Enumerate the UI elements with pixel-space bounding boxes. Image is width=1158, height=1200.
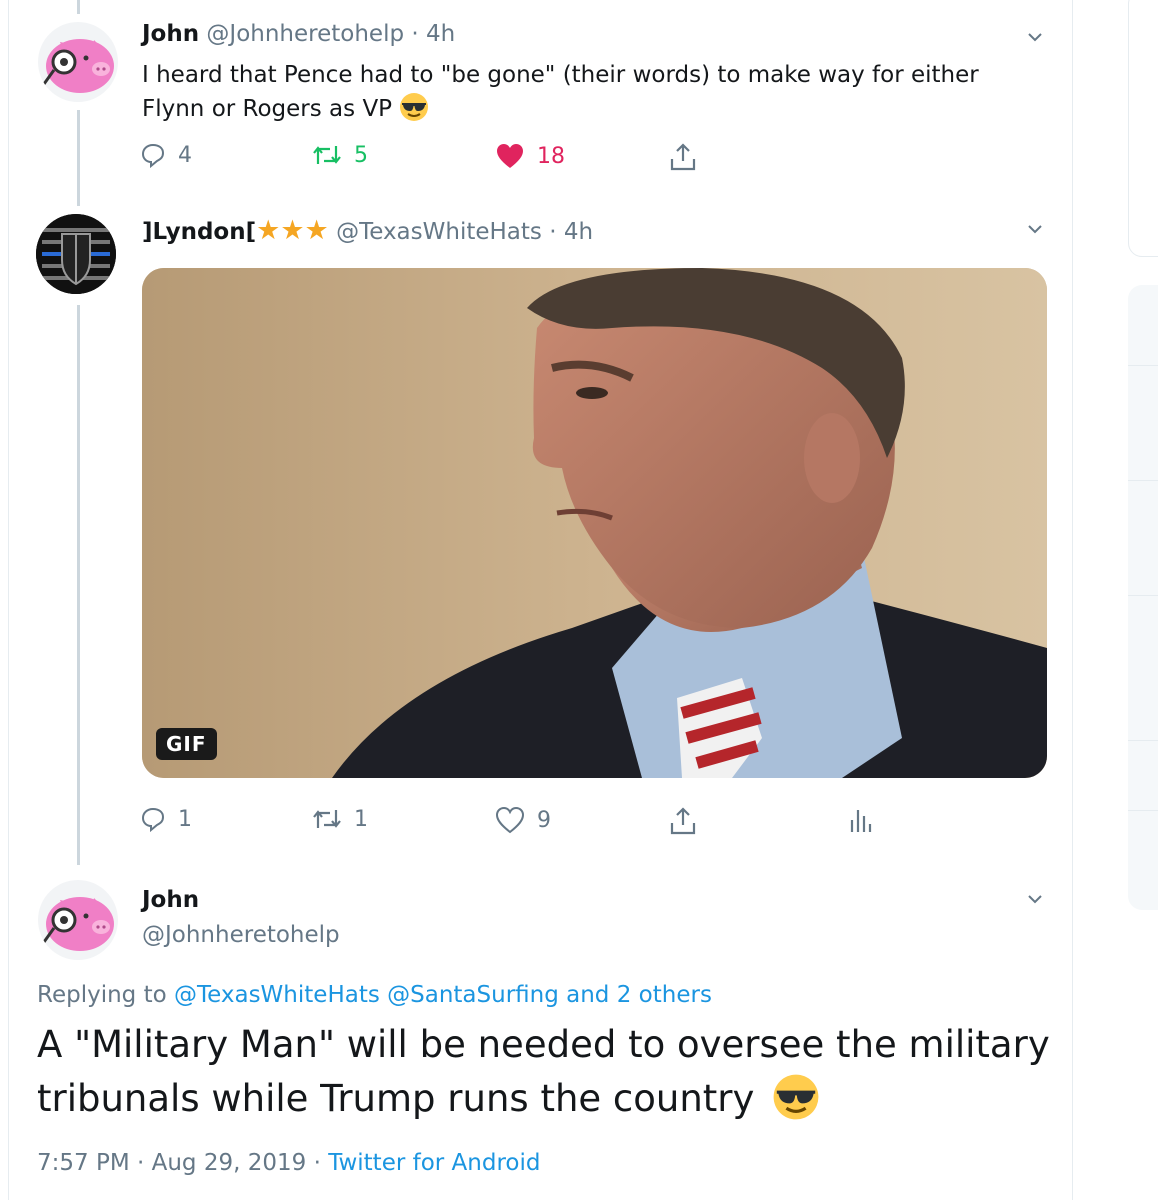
sunglasses-emoji-icon [773, 1074, 819, 1120]
like-count: 9 [537, 807, 551, 833]
gif-frame-image [142, 268, 1047, 778]
share-button[interactable] [668, 142, 710, 172]
share-icon [670, 807, 696, 835]
thread-line [77, 305, 80, 865]
avatar[interactable] [38, 880, 118, 960]
tweet-timestamp[interactable]: 7:57 PM [37, 1150, 130, 1176]
reply-button[interactable]: 1 [140, 806, 192, 832]
sidebar-panel-top [1128, 0, 1158, 257]
tweet-text-content: A "Military Man" will be needed to overs… [37, 1023, 1050, 1120]
replying-to: Replying to @TexasWhiteHats @SantaSurfin… [37, 982, 712, 1008]
retweet-button[interactable]: 1 [312, 806, 368, 832]
tweet-time[interactable]: · 4h [411, 21, 455, 47]
sidebar-divider [1128, 740, 1158, 741]
sidebar-divider [1128, 810, 1158, 811]
sunglasses-emoji-icon [400, 93, 429, 121]
tweet-time[interactable]: · 4h [549, 219, 593, 245]
author-handle[interactable]: @Johnheretohelp [142, 922, 340, 948]
replying-to-label: Replying to [37, 982, 174, 1008]
mention-link[interactable]: @TexasWhiteHats [174, 982, 380, 1008]
sidebar-panel-trends [1128, 285, 1158, 910]
author-handle[interactable]: @Johnheretohelp [206, 21, 404, 47]
gif-media[interactable]: GIF [142, 268, 1047, 778]
retweet-count: 1 [354, 806, 368, 832]
retweet-button[interactable]: 5 [312, 142, 368, 168]
tweet-actions: 1 1 9 [140, 806, 900, 840]
reply-count: 1 [178, 806, 192, 832]
sidebar-divider [1128, 480, 1158, 481]
gif-badge: GIF [156, 728, 217, 760]
sidebar-divider [1128, 365, 1158, 366]
chevron-down-icon[interactable] [1028, 892, 1042, 906]
tweet-actions: 4 5 18 [140, 142, 900, 176]
like-button[interactable]: 18 [495, 142, 565, 170]
tweet-header: John @Johnheretohelp · 4h [142, 21, 455, 47]
star-emoji: ★★★ [256, 215, 329, 246]
avatar[interactable] [36, 214, 116, 294]
analytics-button[interactable] [848, 806, 884, 834]
column-border-right [1072, 0, 1073, 1200]
reply-icon [141, 807, 165, 832]
like-count: 18 [537, 143, 565, 169]
tweet-text: I heard that Pence had to "be gone" (the… [142, 58, 1042, 126]
thread-line [77, 0, 80, 14]
reply-button[interactable]: 4 [140, 142, 192, 168]
author-name[interactable]: John [142, 21, 199, 47]
heart-filled-icon [497, 144, 523, 168]
thread-line [77, 110, 80, 206]
tweet-date[interactable]: Aug 29, 2019 [152, 1150, 307, 1176]
chevron-down-icon[interactable] [1028, 222, 1042, 236]
analytics-icon [850, 810, 872, 832]
retweet-count: 5 [354, 142, 368, 168]
author-handle[interactable]: @TexasWhiteHats [336, 219, 542, 245]
sidebar-divider [1128, 595, 1158, 596]
retweet-icon [313, 146, 341, 164]
tweet-text: A "Military Man" will be needed to overs… [37, 1018, 1057, 1126]
tweet-source-link[interactable]: Twitter for Android [328, 1150, 540, 1176]
author-name[interactable]: ]Lyndon[ [142, 219, 256, 245]
column-border-left [8, 0, 9, 1200]
reply-count: 4 [178, 142, 192, 168]
tweet-header: ]Lyndon[★★★ @TexasWhiteHats · 4h [142, 215, 593, 246]
mention-link[interactable]: @SantaSurfing [387, 982, 559, 1008]
reply-icon [141, 143, 165, 168]
avatar[interactable] [38, 22, 118, 102]
like-button[interactable]: 9 [495, 806, 551, 834]
share-icon [670, 143, 696, 171]
heart-icon [495, 806, 525, 834]
author-name[interactable]: John [142, 887, 199, 913]
retweet-icon [313, 810, 341, 828]
share-button[interactable] [668, 806, 710, 836]
tweet-meta: 7:57 PM · Aug 29, 2019 · Twitter for And… [37, 1150, 541, 1176]
others-link[interactable]: and 2 others [566, 982, 712, 1008]
chevron-down-icon[interactable] [1028, 30, 1042, 44]
tweet-text-content: I heard that Pence had to "be gone" (the… [142, 62, 979, 122]
